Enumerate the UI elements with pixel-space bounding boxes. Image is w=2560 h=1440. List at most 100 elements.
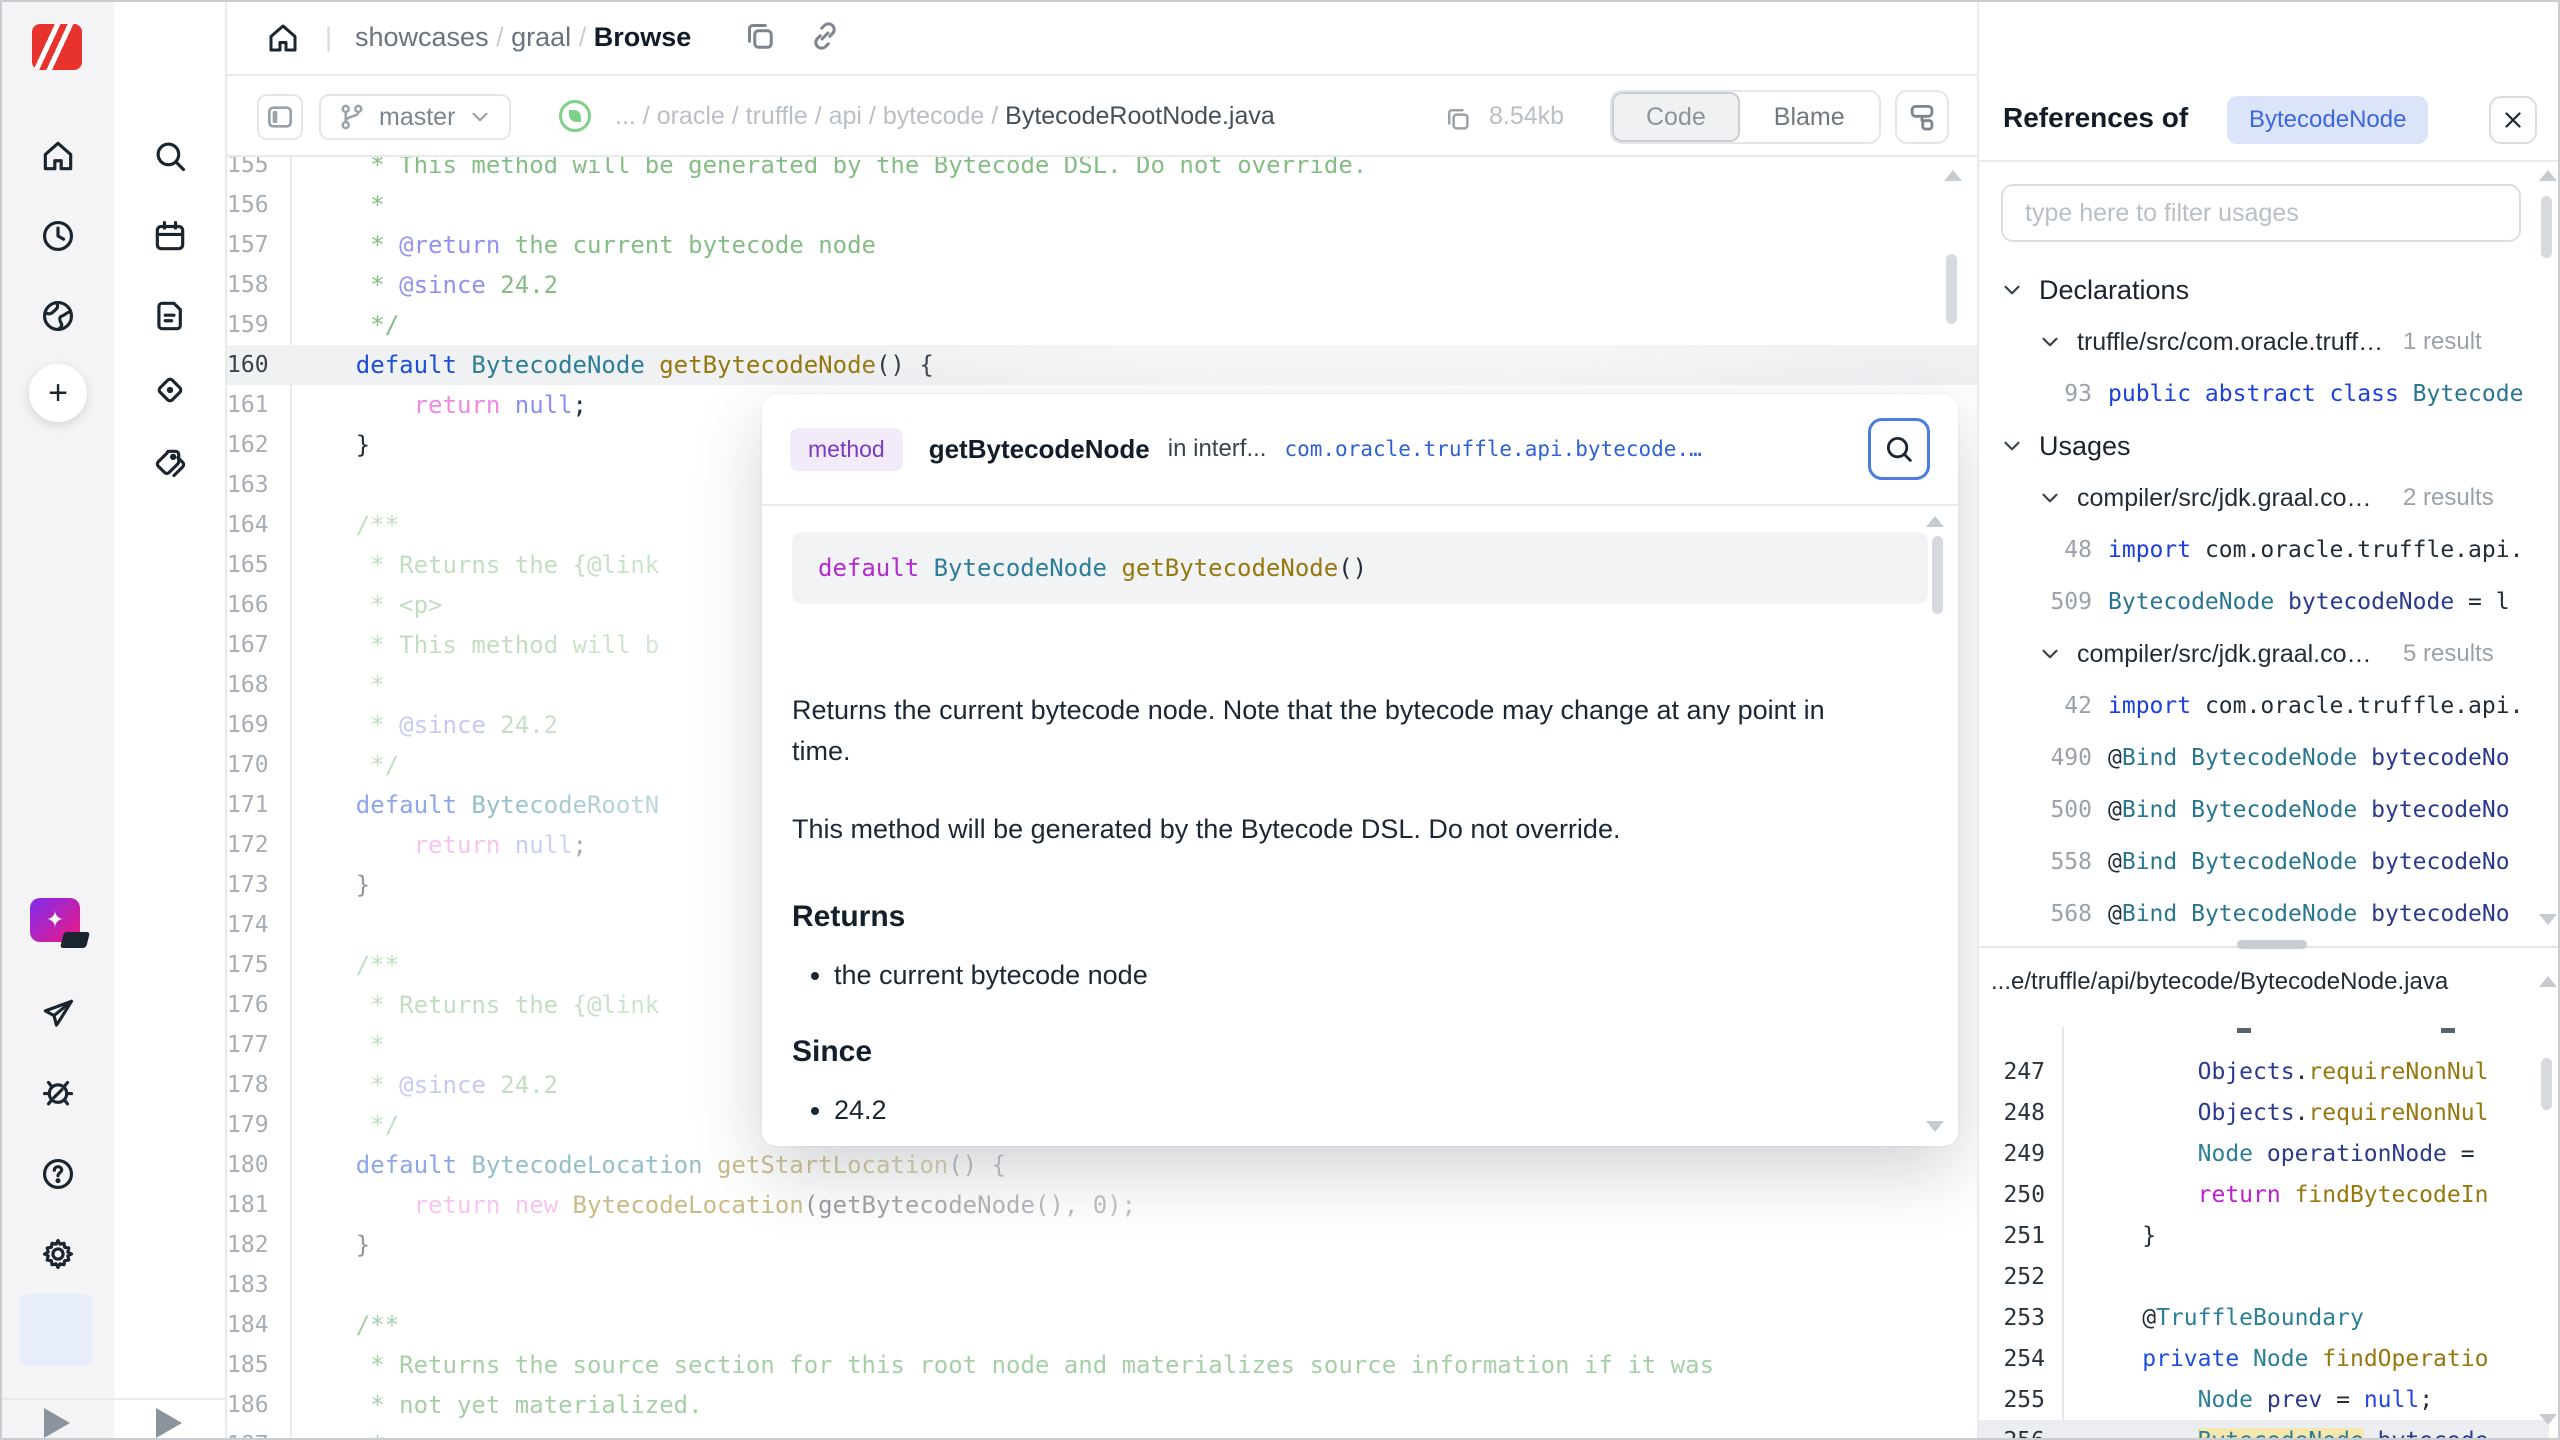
sidebar-item-milestones[interactable] xyxy=(148,368,192,412)
preview-code-line[interactable]: 256 BytecodeNode bytecode xyxy=(1979,1420,2549,1440)
breadcrumb-project[interactable]: showcases xyxy=(355,22,489,52)
tab-code[interactable]: Code xyxy=(1612,92,1740,142)
sidebar-item-search[interactable] xyxy=(148,134,192,178)
reference-result[interactable]: 568@Bind BytecodeNode bytecodeNo xyxy=(1979,888,2539,940)
line-number[interactable]: 159 xyxy=(227,312,278,338)
filter-usages-input[interactable] xyxy=(2001,184,2521,242)
tree-file-group[interactable]: truffle/src/com.oracle.truffle....1 resu… xyxy=(1979,316,2539,368)
line-number[interactable]: 173 xyxy=(227,872,278,898)
path-dir-oracle[interactable]: oracle xyxy=(657,102,725,130)
tree-section-usages[interactable]: Usages xyxy=(1979,420,2539,472)
line-number[interactable]: 161 xyxy=(227,392,278,418)
file-name[interactable]: BytecodeRootNode.java xyxy=(1005,102,1275,130)
sprout-status-icon[interactable] xyxy=(559,100,591,132)
breadcrumb-page[interactable]: Browse xyxy=(594,22,692,52)
avatar[interactable] xyxy=(20,1294,92,1366)
line-number[interactable]: 176 xyxy=(227,992,278,1018)
line-number[interactable]: 160 xyxy=(227,352,278,378)
line-number[interactable]: 184 xyxy=(227,1312,278,1338)
sidebar-item-send[interactable] xyxy=(36,992,80,1036)
copy-path-button[interactable] xyxy=(742,18,778,54)
editor-scrollbar-thumb[interactable] xyxy=(1946,254,1957,324)
path-dir-bytecode[interactable]: bytecode xyxy=(883,102,984,130)
preview-code-line[interactable]: 250 return findBytecodeIn xyxy=(1979,1174,2549,1215)
collapse-play-icon[interactable] xyxy=(44,1408,70,1438)
tree-file-group[interactable]: compiler/src/jdk.graal.compi...2 results xyxy=(1979,472,2539,524)
refs-scroll-down-arrow[interactable] xyxy=(2539,914,2557,925)
preview-scroll-down-arrow[interactable] xyxy=(2539,1414,2557,1425)
preview-code-line[interactable]: 251 } xyxy=(1979,1215,2549,1256)
line-number[interactable]: 169 xyxy=(227,712,278,738)
reference-result[interactable]: 509BytecodeNode bytecodeNode = l xyxy=(1979,576,2539,628)
sourcecraft-logo-icon[interactable] xyxy=(32,24,82,70)
line-number[interactable]: 167 xyxy=(227,632,278,658)
path-dir-api[interactable]: api xyxy=(829,102,862,130)
preview-code-line[interactable]: 254 private Node findOperatio xyxy=(1979,1338,2549,1379)
popup-scroll-up-arrow[interactable] xyxy=(1926,516,1944,527)
sidebar-item-labels[interactable] xyxy=(148,442,192,486)
refs-scrollbar-thumb[interactable] xyxy=(2541,196,2552,258)
line-number[interactable]: 187 xyxy=(227,1432,278,1438)
preview-scrollbar-thumb[interactable] xyxy=(2541,1058,2552,1110)
sidebar-item-help[interactable] xyxy=(36,1152,80,1196)
line-number[interactable]: 183 xyxy=(227,1272,278,1298)
line-number[interactable]: 156 xyxy=(227,192,278,218)
line-number[interactable]: 181 xyxy=(227,1192,278,1218)
line-number[interactable]: 178 xyxy=(227,1072,278,1098)
line-number[interactable]: 163 xyxy=(227,472,278,498)
reference-result[interactable]: 48import com.oracle.truffle.api. xyxy=(1979,524,2539,576)
symbol-qualified-link[interactable]: com.oracle.truffle.api.bytecode.Bytecode… xyxy=(1284,437,1704,461)
find-references-button[interactable] xyxy=(1868,418,1930,480)
line-number[interactable]: 165 xyxy=(227,552,278,578)
reference-result[interactable]: 558@Bind BytecodeNode bytecodeNo xyxy=(1979,836,2539,888)
line-number[interactable]: 175 xyxy=(227,952,278,978)
tree-section-declarations[interactable]: Declarations xyxy=(1979,264,2539,316)
refs-scroll-up-arrow[interactable] xyxy=(2539,170,2557,181)
panel-resize-handle[interactable] xyxy=(2237,940,2307,949)
line-number[interactable]: 182 xyxy=(227,1232,278,1258)
popup-scroll-down-arrow[interactable] xyxy=(1926,1121,1944,1132)
line-number[interactable]: 166 xyxy=(227,592,278,618)
line-number[interactable]: 180 xyxy=(227,1152,278,1178)
reference-result[interactable]: 93public abstract class Bytecode xyxy=(1979,368,2539,420)
preview-scroll-up-arrow[interactable] xyxy=(2539,976,2557,987)
branch-selector[interactable]: master xyxy=(319,94,511,140)
sidebar-item-home[interactable] xyxy=(36,134,80,178)
line-number[interactable]: 172 xyxy=(227,832,278,858)
preview-code-line[interactable]: 253 @TruffleBoundary xyxy=(1979,1297,2549,1338)
line-number[interactable]: 164 xyxy=(227,512,278,538)
line-number[interactable]: 168 xyxy=(227,672,278,698)
close-panel-button[interactable] xyxy=(2489,96,2537,144)
path-ellipsis[interactable]: ... xyxy=(615,102,636,130)
reference-result[interactable]: 500@Bind BytecodeNode bytecodeNo xyxy=(1979,784,2539,836)
sidebar-item-settings[interactable] xyxy=(36,1232,80,1276)
preview-file-path[interactable]: ...e/truffle/api/bytecode/BytecodeNode.j… xyxy=(1991,968,2531,996)
preview-code-line[interactable]: 248 Objects.requireNonNul xyxy=(1979,1092,2549,1133)
tab-blame[interactable]: Blame xyxy=(1740,92,1879,142)
collapse-play-icon-2[interactable] xyxy=(156,1408,182,1438)
line-number[interactable]: 162 xyxy=(227,432,278,458)
preview-code-line[interactable]: 255 Node prev = null; xyxy=(1979,1379,2549,1420)
preview-code-line[interactable]: 247 Objects.requireNonNul xyxy=(1979,1051,2549,1092)
line-number[interactable]: 157 xyxy=(227,232,278,258)
home-button[interactable] xyxy=(265,20,301,56)
sidebar-item-explore[interactable] xyxy=(36,294,80,338)
sidebar-item-history[interactable] xyxy=(36,214,80,258)
line-number[interactable]: 171 xyxy=(227,792,278,818)
toggle-file-tree-button[interactable] xyxy=(257,94,303,140)
line-number[interactable]: 158 xyxy=(227,272,278,298)
line-number[interactable]: 186 xyxy=(227,1392,278,1418)
copy-link-button[interactable] xyxy=(807,18,843,54)
reference-result[interactable]: 490@Bind BytecodeNode bytecodeNo xyxy=(1979,732,2539,784)
sidebar-item-documents[interactable] xyxy=(148,294,192,338)
breadcrumb-repo[interactable]: graal xyxy=(511,22,571,52)
line-number[interactable]: 155 xyxy=(227,157,278,178)
ai-assistant-icon[interactable]: ✦ xyxy=(30,898,80,942)
line-number[interactable]: 177 xyxy=(227,1032,278,1058)
preview-code-line[interactable]: 249 Node operationNode = xyxy=(1979,1133,2549,1174)
line-number[interactable]: 170 xyxy=(227,752,278,778)
sidebar-item-calendar[interactable] xyxy=(148,214,192,258)
symbol-chip[interactable]: BytecodeNode xyxy=(2227,96,2428,144)
editor-scroll-up-arrow[interactable] xyxy=(1944,170,1962,181)
tree-file-group[interactable]: compiler/src/jdk.graal.compi...5 results xyxy=(1979,628,2539,680)
